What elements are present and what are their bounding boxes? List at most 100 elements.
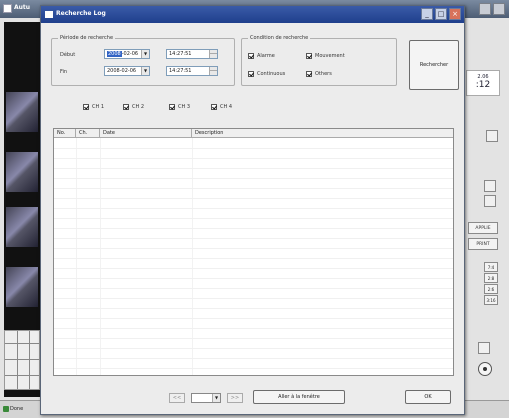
checkbox-icon[interactable] [211, 104, 217, 110]
column-divider [76, 138, 77, 375]
next-page-button[interactable]: >> [227, 393, 243, 403]
start-time-value: 14:27:51 [169, 51, 192, 57]
column-header-description[interactable]: Description [192, 129, 455, 138]
end-time-field[interactable]: 14:27:51 [166, 66, 218, 76]
checkbox-icon[interactable] [306, 53, 312, 59]
app-logo-icon [3, 4, 12, 13]
camera-thumbnail[interactable] [6, 207, 38, 247]
checkbox-label: CH 1 [92, 104, 105, 110]
dialog-window-controls: _ □ × [421, 8, 461, 20]
camera-thumbnail[interactable] [6, 152, 38, 192]
checkbox-icon[interactable] [248, 71, 254, 77]
minimize-icon[interactable] [479, 3, 491, 15]
checkbox-label: Alarme [257, 53, 275, 59]
checkbox-motion[interactable]: Mouvement [306, 53, 345, 59]
spinner-icon[interactable] [209, 50, 217, 58]
log-search-dialog: Recherche Log _ □ × Période de recherche… [40, 5, 465, 415]
preset-button[interactable]: 2:6 [484, 284, 498, 294]
end-label: Fin [60, 69, 68, 75]
checkbox-icon[interactable] [248, 53, 254, 59]
checkbox-icon[interactable] [123, 104, 129, 110]
column-divider [192, 138, 193, 375]
minimize-icon[interactable]: _ [421, 8, 433, 20]
panel-icon[interactable] [484, 195, 496, 207]
table-row [54, 278, 453, 279]
end-date-picker[interactable]: 2008-02-06 ▼ [104, 66, 150, 76]
search-condition-group: Condition de recherche Alarme Mouvement … [241, 35, 397, 86]
table-row [54, 358, 453, 359]
start-label: Début [60, 52, 76, 58]
table-row [54, 328, 453, 329]
checkbox-continuous[interactable]: Continuous [248, 71, 285, 77]
search-condition-legend: Condition de recherche [248, 35, 311, 41]
background-window-controls [479, 3, 505, 15]
table-row [54, 258, 453, 259]
preset-button[interactable]: 7:4 [484, 262, 498, 272]
checkbox-ch4[interactable]: CH 4 [211, 104, 232, 110]
camera-thumbnail[interactable] [6, 267, 38, 307]
chevron-down-icon[interactable]: ▼ [212, 394, 220, 402]
layout-grid-selector[interactable] [4, 330, 40, 390]
previous-page-button[interactable]: << [169, 393, 185, 403]
window-icon [45, 11, 53, 18]
column-header-no[interactable]: No. [54, 129, 76, 138]
ok-button[interactable]: OK [405, 390, 451, 404]
chevron-down-icon[interactable]: ▼ [141, 67, 149, 75]
search-period-group: Période de recherche Début 2008-02-06 ▼ … [51, 35, 235, 86]
spinner-icon[interactable] [209, 67, 217, 75]
table-row [54, 228, 453, 229]
checkbox-ch3[interactable]: CH 3 [169, 104, 190, 110]
dialog-title-bar[interactable]: Recherche Log _ □ × [41, 6, 464, 23]
table-row [54, 318, 453, 319]
checkbox-label: Mouvement [315, 53, 345, 59]
table-row [54, 288, 453, 289]
status-text: Done [10, 406, 24, 412]
start-date-rest: -02-06 [121, 51, 139, 57]
search-button[interactable]: Rechercher [409, 40, 459, 90]
column-header-date[interactable]: Date [100, 129, 192, 138]
table-row [54, 368, 453, 369]
checkbox-alarm[interactable]: Alarme [248, 53, 275, 59]
checkbox-icon[interactable] [83, 104, 89, 110]
table-row [54, 178, 453, 179]
table-row [54, 338, 453, 339]
search-period-legend: Période de recherche [58, 35, 116, 41]
play-icon[interactable] [478, 342, 490, 354]
record-icon[interactable] [478, 362, 492, 376]
table-row [54, 218, 453, 219]
table-row [54, 248, 453, 249]
start-date-picker[interactable]: 2008-02-06 ▼ [104, 49, 150, 59]
start-time-field[interactable]: 14:27:51 [166, 49, 218, 59]
table-row [54, 168, 453, 169]
apply-button[interactable]: APPLIE [468, 222, 498, 234]
checkbox-others[interactable]: Others [306, 71, 332, 77]
page-select[interactable]: ▼ [191, 393, 221, 403]
dialog-title: Recherche Log [56, 10, 106, 17]
checkbox-icon[interactable] [169, 104, 175, 110]
column-header-channel[interactable]: Ch. [76, 129, 100, 138]
checkbox-ch1[interactable]: CH 1 [83, 104, 104, 110]
table-row [54, 198, 453, 199]
checkbox-icon[interactable] [306, 71, 312, 77]
close-icon[interactable]: × [449, 8, 461, 20]
background-app-title: Autu [14, 4, 31, 11]
checkbox-label: Continuous [257, 71, 286, 77]
maximize-icon[interactable]: □ [435, 8, 447, 20]
checkbox-label: CH 3 [178, 104, 191, 110]
maximize-icon[interactable] [493, 3, 505, 15]
panel-icon[interactable] [484, 180, 496, 192]
chevron-down-icon[interactable]: ▼ [141, 50, 149, 58]
go-to-window-button[interactable]: Aller à la fenêtre [253, 390, 345, 404]
log-results-table[interactable]: No. Ch. Date Description [53, 128, 454, 376]
preset-button[interactable]: 3:16 [484, 295, 498, 305]
print-button[interactable]: PRINT [468, 238, 498, 250]
table-row [54, 298, 453, 299]
preset-button[interactable]: 2:8 [484, 273, 498, 283]
camera-thumbnail[interactable] [6, 92, 38, 132]
table-row [54, 238, 453, 239]
checkbox-ch2[interactable]: CH 2 [123, 104, 144, 110]
table-row [54, 308, 453, 309]
column-divider [100, 138, 101, 375]
dropdown-arrow-icon[interactable] [486, 130, 498, 142]
end-time-value: 14:27:51 [169, 68, 192, 74]
